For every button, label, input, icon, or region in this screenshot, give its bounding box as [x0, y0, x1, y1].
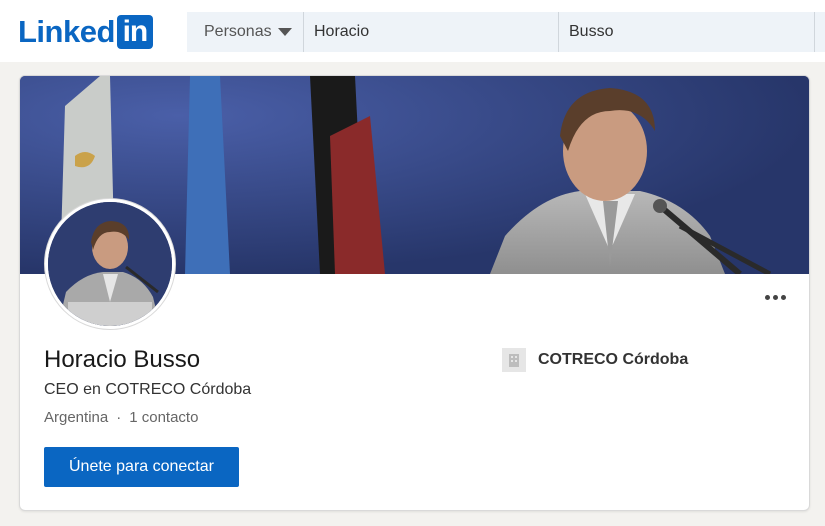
- profile-connections[interactable]: 1 contacto: [129, 409, 198, 426]
- people-search-bar: Personas Horacio Busso: [187, 12, 825, 52]
- profile-name: Horacio Busso: [44, 346, 201, 373]
- caret-down-icon: [277, 28, 292, 36]
- logo-in-box: in: [116, 15, 153, 49]
- building-icon: [502, 348, 526, 372]
- profile-meta: Argentina · 1 contacto: [44, 409, 198, 426]
- meta-separator: ·: [116, 409, 122, 426]
- building-icon-glyph: [509, 354, 519, 367]
- current-company[interactable]: COTRECO Córdoba: [502, 348, 688, 372]
- more-options-button[interactable]: [755, 284, 795, 310]
- search-category-dropdown[interactable]: Personas: [187, 12, 304, 52]
- join-to-connect-button[interactable]: Únete para conectar: [44, 447, 239, 487]
- search-category-label: Personas: [204, 23, 272, 40]
- profile-location: Argentina: [44, 409, 109, 426]
- company-name: COTRECO Córdoba: [538, 351, 689, 368]
- first-name-value: Horacio: [314, 23, 370, 40]
- last-name-search-field[interactable]: Busso: [559, 12, 815, 52]
- profile-headline: CEO en COTRECO Córdoba: [44, 381, 252, 398]
- profile-avatar[interactable]: [45, 199, 175, 329]
- avatar-photo: [48, 202, 172, 326]
- profile-card: Horacio Busso CEO en COTRECO Córdoba Arg…: [19, 75, 810, 511]
- ellipsis-dot: [780, 294, 786, 300]
- first-name-search-field[interactable]: Horacio: [304, 12, 559, 52]
- logo-wordmark: Linked: [18, 14, 115, 49]
- linkedin-logo[interactable]: Linked in: [18, 14, 153, 50]
- last-name-value: Busso: [569, 23, 614, 40]
- ellipsis-icon: [764, 294, 770, 300]
- top-navigation-bar: Linked in Personas Horacio Busso: [0, 0, 825, 62]
- ellipsis-dot: [772, 294, 778, 300]
